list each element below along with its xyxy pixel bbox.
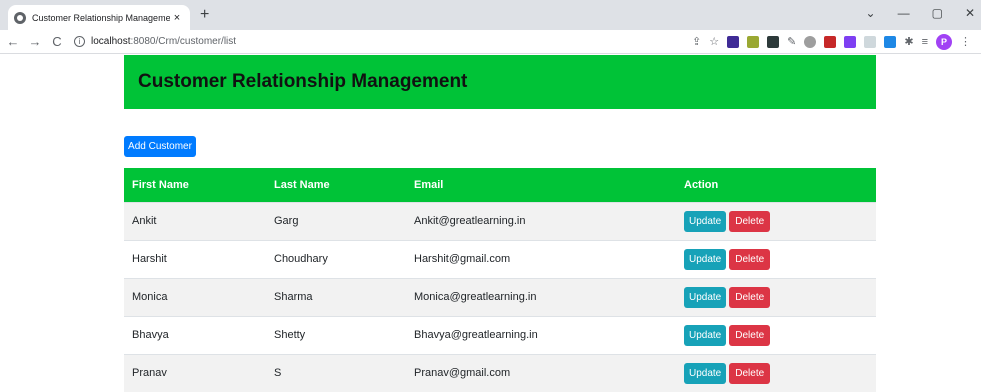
extensions-bar: ⇪ ☆ ✎ ✱ ≡ P ⋮ (692, 33, 971, 50)
header-action: Action (684, 178, 719, 191)
browser-tab[interactable]: Customer Relationship Managemen × (8, 5, 190, 30)
eyedropper-icon[interactable]: ✎ (787, 35, 796, 48)
puzzle-icon[interactable]: ✱ (904, 35, 913, 48)
cell-last-name: Shetty (274, 329, 306, 341)
window-controls: ⌄ — ▢ ✕ (866, 6, 975, 20)
cell-email: Harshit@gmail.com (414, 253, 511, 265)
cell-action: Update Delete (676, 278, 876, 316)
cell-action: Update Delete (676, 316, 876, 354)
share-icon[interactable]: ⇪ (692, 35, 701, 48)
header-last-name: Last Name (274, 178, 330, 191)
extension-g-icon[interactable] (864, 35, 877, 48)
cell-action: Update Delete (676, 354, 876, 392)
cell-first-name: Ankit (132, 215, 157, 227)
table-row: Bhavya Shetty Bhavya@greatlearning.in Up… (124, 316, 876, 354)
new-tab-button[interactable]: + (200, 6, 209, 24)
cell-last-name: Sharma (274, 291, 313, 303)
table-row: Ankit Garg Ankit@greatlearning.in Update… (124, 202, 876, 240)
menu-kebab-icon[interactable]: ⋮ (960, 35, 971, 48)
url-host: localhost (91, 36, 131, 47)
page-title: Customer Relationship Management (138, 71, 468, 92)
cell-first-name: Pranav (132, 367, 167, 380)
extension-h-icon[interactable] (884, 35, 897, 48)
cell-email: Pranav@gmail.com (414, 367, 511, 380)
tab-close-icon[interactable]: × (170, 12, 184, 24)
cell-last-name: Garg (274, 215, 299, 227)
update-button[interactable]: Update (684, 210, 727, 232)
table-row: Pranav S Pranav@gmail.com Update Delete (124, 354, 876, 392)
address-bar[interactable]: i localhost:8080/Crm/customer/list (74, 32, 692, 52)
cell-last-name: S (274, 367, 282, 380)
cell-first-name: Monica (132, 291, 168, 303)
profile-avatar[interactable]: P (936, 33, 952, 50)
globe-icon (14, 11, 26, 24)
table-row: Monica Sharma Monica@greatlearning.in Up… (124, 278, 876, 316)
extension-d-icon[interactable] (804, 35, 817, 48)
cell-email: Bhavya@greatlearning.in (414, 329, 538, 341)
header-first-name: First Name (132, 178, 189, 191)
table-row: Harshit Choudhary Harshit@gmail.com Upda… (124, 240, 876, 278)
table-header-row: First Name Last Name Email Action (124, 168, 876, 202)
add-customer-button[interactable]: Add Customer (124, 136, 196, 157)
cell-first-name: Bhavya (132, 329, 169, 341)
extension-c-icon[interactable] (767, 35, 780, 48)
reading-list-icon[interactable]: ≡ (922, 36, 928, 48)
close-window-icon[interactable]: ✕ (965, 6, 975, 20)
extension-f-icon[interactable] (844, 35, 857, 48)
cell-email: Monica@greatlearning.in (414, 291, 537, 303)
update-button[interactable]: Update (684, 286, 727, 308)
delete-button[interactable]: Delete (729, 210, 771, 232)
update-button[interactable]: Update (684, 248, 727, 270)
url-path: :8080/Crm/customer/list (130, 36, 237, 47)
extension-e-icon[interactable] (824, 35, 837, 48)
customer-table: First Name Last Name Email Action Ankit … (124, 168, 876, 392)
update-button[interactable]: Update (684, 324, 727, 346)
update-button[interactable]: Update (684, 362, 727, 384)
extension-a-icon[interactable] (727, 35, 740, 48)
browser-tab-strip: Customer Relationship Managemen × + ⌄ — … (0, 0, 981, 30)
reload-icon[interactable]: C (48, 34, 66, 49)
restore-icon[interactable]: ▢ (932, 6, 943, 20)
delete-button[interactable]: Delete (729, 324, 771, 346)
cell-action: Update Delete (676, 202, 876, 240)
forward-icon[interactable]: → (26, 34, 44, 49)
site-info-icon[interactable]: i (74, 36, 85, 47)
header-email: Email (414, 178, 444, 191)
browser-toolbar: ← → C i localhost:8080/Crm/customer/list… (0, 30, 981, 54)
delete-button[interactable]: Delete (729, 286, 771, 308)
page-header: Customer Relationship Management (124, 55, 876, 109)
extension-b-icon[interactable] (747, 35, 760, 48)
minimize-icon[interactable]: — (898, 6, 910, 20)
tab-search-icon[interactable]: ⌄ (866, 6, 876, 20)
cell-action: Update Delete (676, 240, 876, 278)
delete-button[interactable]: Delete (729, 248, 771, 270)
delete-button[interactable]: Delete (729, 362, 771, 384)
cell-last-name: Choudhary (274, 253, 328, 265)
cell-first-name: Harshit (132, 253, 167, 265)
cell-email: Ankit@greatlearning.in (414, 215, 526, 227)
star-icon[interactable]: ☆ (709, 35, 719, 48)
tab-title: Customer Relationship Managemen (32, 12, 170, 23)
back-icon[interactable]: ← (4, 34, 22, 49)
